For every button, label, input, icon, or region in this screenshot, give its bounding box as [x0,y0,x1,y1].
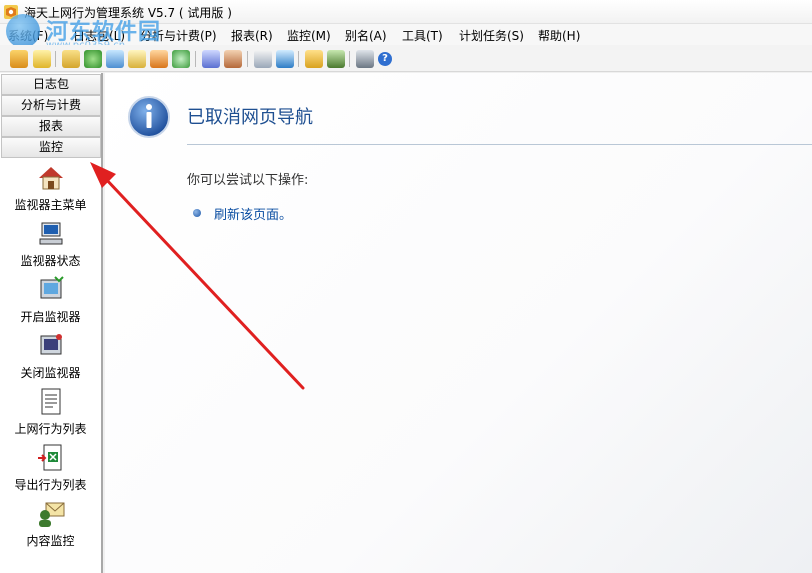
toolbar-separator [349,51,350,67]
home-icon[interactable] [10,50,28,68]
globe-icon[interactable] [84,50,102,68]
folder-icon[interactable] [305,50,323,68]
title-divider [187,144,812,145]
house-icon [39,167,63,190]
sidebar-tab-reports[interactable]: 报表 [1,116,101,137]
sidebar-tab-analysis[interactable]: 分析与计费 [1,95,101,116]
excel-export-icon [38,444,62,471]
page-title: 已取消网页导航 [187,107,313,128]
mail-icon[interactable] [254,50,272,68]
notes-icon[interactable] [128,50,146,68]
window-title: 海天上网行为管理系统 V5.7 ( 试用版 ) [24,6,232,20]
toolbar-separator [298,51,299,67]
sidebar-tab-logbag[interactable]: 日志包 [1,74,101,95]
suggestion-text: 你可以尝试以下操作: [187,173,309,188]
sidebar-item-label: 关闭监视器 [20,366,81,380]
menu-help[interactable]: 帮助(H) [538,27,580,44]
menu-analysis-billing[interactable]: 分析与计费(P) [140,27,217,44]
menu-alias[interactable]: 别名(A) [345,27,387,44]
menu-reports[interactable]: 报表(R) [231,27,273,44]
sidebar-item-label: 监视器主菜单 [14,198,87,212]
sidebar: 日志包 分析与计费 报表 监控 监视器主菜单 监视器状态 开启监视器 关闭监视器… [0,73,103,573]
export-icon[interactable] [172,50,190,68]
help-icon[interactable]: ? [378,52,392,66]
title-bar: 海天上网行为管理系统 V5.7 ( 试用版 ) [0,0,812,24]
network-icon[interactable] [202,50,220,68]
computer-icon [39,222,63,245]
sidebar-item-export-list[interactable]: 导出行为列表 [0,443,101,499]
sidebar-item-content-monitor[interactable]: 内容监控 [0,499,101,555]
sidebar-item-label: 开启监视器 [20,310,81,324]
sidebar-item-monitor-main-menu[interactable]: 监视器主菜单 [0,163,101,219]
monitor-on-icon [40,276,64,299]
sidebar-tab-monitor[interactable]: 监控 [1,137,101,158]
menu-bar: 系统(F) 日志包(L) 分析与计费(P) 报表(R) 监控(M) 别名(A) … [0,24,812,45]
toolbar: ? [0,45,812,72]
image-icon[interactable] [106,50,124,68]
info-icon [128,96,170,138]
monitor-off-icon [40,334,62,355]
sidebar-item-label: 监视器状态 [20,254,81,268]
toolbar-separator [247,51,248,67]
sidebar-item-label: 内容监控 [26,534,75,548]
main-content: 已取消网页导航 你可以尝试以下操作: 刷新该页面。 [105,73,812,573]
monitor-icon[interactable] [276,50,294,68]
menu-tools[interactable]: 工具(T) [402,27,443,44]
chart-icon[interactable] [150,50,168,68]
refresh-page-link[interactable]: 刷新该页面。 [214,204,292,223]
sidebar-item-stop-monitor[interactable]: 关闭监视器 [0,331,101,387]
sidebar-item-behavior-list[interactable]: 上网行为列表 [0,387,101,443]
sidebar-item-label: 上网行为列表 [14,422,87,436]
folder-open-icon[interactable] [62,50,80,68]
menu-scheduled-tasks[interactable]: 计划任务(S) [459,27,524,44]
mail-monitor-icon [39,502,65,527]
sidebar-item-monitor-status[interactable]: 监视器状态 [0,219,101,275]
document-list-icon [41,388,61,415]
bullet-icon [193,209,201,217]
toolbar-separator [195,51,196,67]
books-icon[interactable] [224,50,242,68]
toolbar-separator [55,51,56,67]
menu-logbag[interactable]: 日志包(L) [73,27,125,44]
sidebar-item-label: 导出行为列表 [14,478,87,492]
sidebar-item-start-monitor[interactable]: 开启监视器 [0,275,101,331]
menu-system[interactable]: 系统(F) [8,27,48,44]
edit-icon[interactable] [33,50,51,68]
tools-icon[interactable] [356,50,374,68]
menu-monitor[interactable]: 监控(M) [287,27,331,44]
users-icon[interactable] [327,50,345,68]
app-logo-icon [4,5,18,19]
